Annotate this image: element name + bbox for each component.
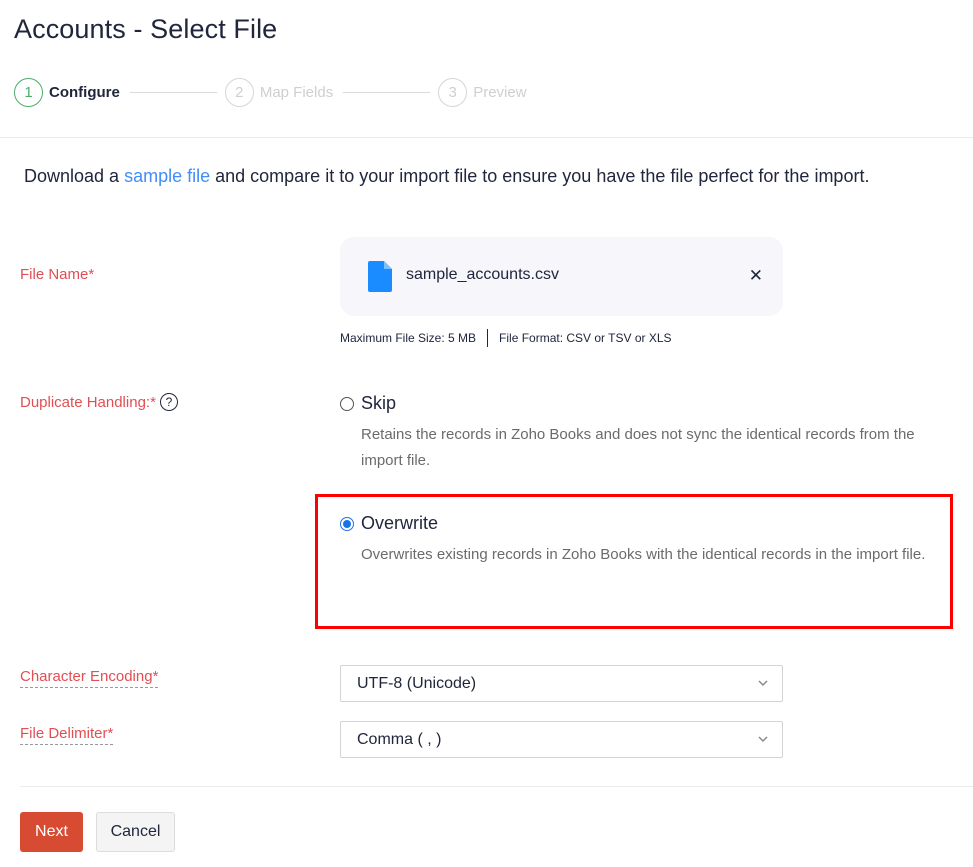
question-circle-icon[interactable]: ?: [159, 393, 178, 411]
step-number: 1: [14, 77, 43, 107]
meta-separator: [487, 329, 489, 347]
character-encoding-select[interactable]: UTF-8 (Unicode): [340, 665, 783, 702]
step-label: Map Fields: [259, 83, 334, 101]
max-file-size: Maximum File Size: 5 MB: [340, 331, 477, 345]
step-label: Configure: [49, 83, 120, 101]
selected-value: UTF-8 (Unicode): [357, 674, 477, 692]
step-map-fields: 2 Map Fields: [224, 77, 334, 107]
skip-radio[interactable]: [340, 396, 354, 411]
duplicate-handling-label: Duplicate Handling:*: [20, 394, 156, 411]
close-icon[interactable]: ✕: [749, 267, 763, 284]
file-formats: File Format: CSV or TSV or XLS: [499, 331, 672, 345]
duplicate-handling-label-row: Duplicate Handling:*?: [20, 393, 178, 411]
file-icon: [368, 261, 392, 292]
selected-value: Comma ( , ): [357, 730, 442, 748]
chevron-down-icon: [758, 736, 768, 743]
radio-description: Retains the records in Zoho Books and do…: [361, 426, 915, 469]
file-constraints: Maximum File Size: 5 MB File Format: CSV…: [340, 329, 672, 347]
sample-file-link[interactable]: sample file: [124, 166, 210, 186]
intro-text: Download a sample file and compare it to…: [24, 162, 924, 191]
file-name: sample_accounts.csv: [406, 266, 559, 283]
page-title: Accounts - Select File: [14, 14, 278, 44]
file-name-label: File Name*: [20, 266, 95, 283]
step-label: Preview: [473, 83, 527, 101]
step-connector: [343, 91, 431, 93]
radio-description: Overwrites existing records in Zoho Book…: [361, 546, 926, 563]
intro-prefix: Download a: [24, 166, 125, 186]
intro-suffix: and compare it to your import file to en…: [210, 166, 870, 186]
character-encoding-label: Character Encoding*: [20, 668, 159, 688]
uploaded-file-card: sample_accounts.csv ✕: [340, 237, 783, 316]
option-skip[interactable]: Skip Retains the records in Zoho Books a…: [340, 393, 941, 474]
radio-label[interactable]: Skip: [361, 393, 396, 414]
header-divider: [0, 137, 973, 138]
next-button[interactable]: Next: [20, 812, 83, 852]
option-overwrite[interactable]: Overwrite Overwrites existing records in…: [340, 513, 941, 568]
import-stepper: 1 Configure 2 Map Fields 3 Preview: [14, 77, 527, 107]
step-number: 2: [224, 77, 254, 107]
chevron-down-icon: [758, 680, 768, 687]
step-preview: 3 Preview: [438, 77, 527, 107]
cancel-button[interactable]: Cancel: [96, 812, 175, 852]
footer-divider: [20, 786, 973, 787]
step-configure: 1 Configure: [14, 77, 120, 107]
step-number: 3: [438, 77, 468, 107]
step-connector: [129, 91, 217, 93]
radio-label[interactable]: Overwrite: [361, 513, 438, 534]
file-delimiter-select[interactable]: Comma ( , ): [340, 721, 783, 758]
overwrite-radio[interactable]: [340, 516, 354, 531]
file-delimiter-label: File Delimiter*: [20, 725, 114, 745]
